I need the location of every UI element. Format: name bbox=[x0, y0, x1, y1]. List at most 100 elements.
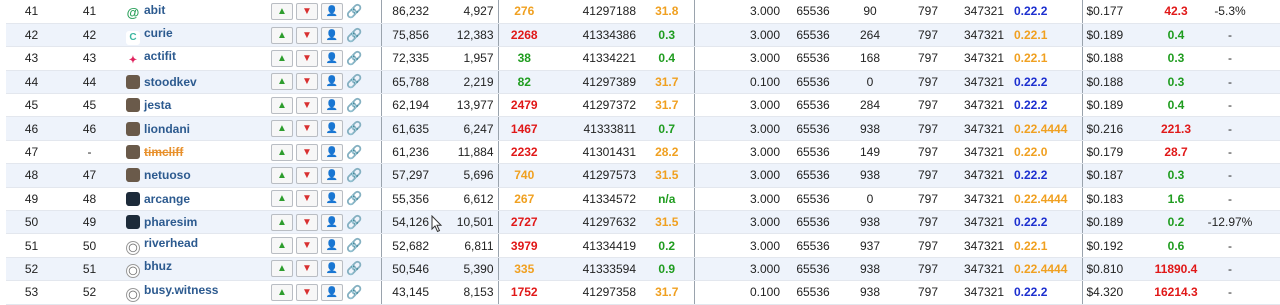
downvote-button[interactable]: ▼ bbox=[296, 143, 318, 161]
witness-name-link[interactable]: actifit bbox=[144, 49, 176, 63]
rank-cell: 53 bbox=[6, 280, 57, 305]
add-user-button[interactable]: 👤 bbox=[321, 237, 343, 255]
upvote-button[interactable]: ▲ bbox=[271, 237, 293, 255]
link-icon[interactable]: 🔗 bbox=[346, 97, 362, 112]
link-icon[interactable]: 🔗 bbox=[346, 27, 362, 42]
witness-name-cell: Ccurie bbox=[122, 23, 267, 48]
link-icon[interactable]: 🔗 bbox=[346, 214, 362, 229]
upvote-button[interactable]: ▲ bbox=[271, 26, 293, 44]
downvote-button[interactable]: ▼ bbox=[296, 120, 318, 138]
v1-cell-value: 797 bbox=[917, 121, 939, 136]
rank-cell: 44 bbox=[6, 70, 57, 95]
age-cell-value: 28.2 bbox=[655, 145, 679, 160]
v2-cell-value: 347321 bbox=[963, 51, 1005, 66]
witness-name-cell: liondani bbox=[122, 116, 267, 141]
link-icon[interactable]: 🔗 bbox=[346, 238, 362, 253]
rank-cell: 50 bbox=[6, 210, 57, 235]
downvote-button[interactable]: ▼ bbox=[296, 26, 318, 44]
voters-cell-value: 12,383 bbox=[456, 28, 494, 43]
link-icon[interactable]: 🔗 bbox=[346, 261, 362, 276]
witness-name-link[interactable]: jesta bbox=[144, 98, 171, 112]
add-user-button[interactable]: 👤 bbox=[321, 2, 343, 20]
witness-name-link[interactable]: arcange bbox=[144, 192, 190, 206]
downvote-button[interactable]: ▼ bbox=[296, 96, 318, 114]
add-user-button[interactable]: 👤 bbox=[321, 49, 343, 67]
upvote-button[interactable]: ▲ bbox=[271, 166, 293, 184]
last-cell: - bbox=[1258, 70, 1280, 95]
version-cell-value: 0.22.2 bbox=[1014, 98, 1048, 113]
pct-cell-value: -5.3% bbox=[1214, 4, 1246, 19]
add-user-button[interactable]: 👤 bbox=[321, 26, 343, 44]
upvote-button[interactable]: ▲ bbox=[271, 190, 293, 208]
add-user-button[interactable]: 👤 bbox=[321, 120, 343, 138]
add-user-button[interactable]: 👤 bbox=[321, 213, 343, 231]
age-cell: 31.7 bbox=[640, 70, 694, 95]
add-user-button[interactable]: 👤 bbox=[321, 96, 343, 114]
witness-name-link[interactable]: bhuz bbox=[144, 259, 172, 273]
downvote-button[interactable]: ▼ bbox=[296, 260, 318, 278]
downvote-button[interactable]: ▼ bbox=[296, 73, 318, 91]
rate-cell-value: 0 bbox=[866, 74, 874, 89]
upvote-button[interactable]: ▲ bbox=[271, 96, 293, 114]
link-icon[interactable]: 🔗 bbox=[346, 121, 362, 136]
link-icon[interactable]: 🔗 bbox=[346, 50, 362, 65]
upvote-button[interactable]: ▲ bbox=[271, 2, 293, 20]
witness-name-cell: ◯ riverhead bbox=[122, 233, 267, 258]
price-cell: $0.189 bbox=[1081, 93, 1150, 118]
link-icon[interactable]: 🔗 bbox=[346, 284, 362, 299]
upvote-button[interactable]: ▲ bbox=[271, 120, 293, 138]
witness-name-link[interactable]: abit bbox=[144, 3, 165, 17]
v1-cell-value: 797 bbox=[917, 145, 939, 160]
witness-name-link[interactable]: pharesim bbox=[144, 215, 197, 229]
witness-name-link[interactable]: curie bbox=[144, 26, 173, 40]
rate-cell-value: 938 bbox=[859, 261, 881, 276]
votes-cell: 55,356 bbox=[380, 187, 433, 212]
block-size-cell: 65536 bbox=[784, 187, 842, 212]
downvote-button[interactable]: ▼ bbox=[296, 190, 318, 208]
block-size-cell: 65536 bbox=[784, 70, 842, 95]
witness-name-link[interactable]: liondani bbox=[144, 122, 190, 136]
votes-cell-value: 57,297 bbox=[392, 168, 429, 183]
upvote-button[interactable]: ▲ bbox=[271, 260, 293, 278]
voters-cell-value: 5,390 bbox=[463, 261, 494, 276]
version-cell: 0.22.0 bbox=[1010, 140, 1082, 165]
change-cell-value: 1.6 bbox=[1167, 191, 1185, 206]
link-icon[interactable]: 🔗 bbox=[346, 74, 362, 89]
voters-cell: 12,383 bbox=[433, 23, 498, 48]
downvote-button[interactable]: ▼ bbox=[296, 2, 318, 20]
downvote-button[interactable]: ▼ bbox=[296, 237, 318, 255]
last-block-cell: 41334221 bbox=[550, 46, 640, 71]
downvote-button[interactable]: ▼ bbox=[296, 166, 318, 184]
witness-name-link[interactable]: stoodkev bbox=[144, 75, 197, 89]
add-user-button[interactable]: 👤 bbox=[321, 190, 343, 208]
upvote-button[interactable]: ▲ bbox=[271, 213, 293, 231]
link-icon[interactable]: 🔗 bbox=[346, 3, 362, 18]
add-user-button[interactable]: 👤 bbox=[321, 73, 343, 91]
witness-table: 41 41 @ abit ▲ ▼ 👤 🔗 86,232 4,927 276 41297188 31.8 3… bbox=[6, 0, 1280, 305]
witness-name-link[interactable]: busy.witness bbox=[144, 283, 218, 297]
upvote-button[interactable]: ▲ bbox=[271, 143, 293, 161]
upvote-button[interactable]: ▲ bbox=[271, 73, 293, 91]
upvote-button[interactable]: ▲ bbox=[271, 283, 293, 301]
pct-cell: -5.3% bbox=[1202, 0, 1258, 24]
downvote-button[interactable]: ▼ bbox=[296, 49, 318, 67]
voters-cell: 1,957 bbox=[433, 46, 498, 71]
upvote-button[interactable]: ▲ bbox=[271, 49, 293, 67]
table-row: 53 52 ◯ busy.witness ▲ ▼ 👤 🔗 43,145 8,153 1752 4129… bbox=[6, 280, 1280, 305]
rate-cell-value: 937 bbox=[859, 238, 881, 253]
add-user-button[interactable]: 👤 bbox=[321, 283, 343, 301]
change-cell-value: 0.4 bbox=[1167, 28, 1185, 43]
link-icon[interactable]: 🔗 bbox=[346, 144, 362, 159]
add-user-button[interactable]: 👤 bbox=[321, 260, 343, 278]
downvote-button[interactable]: ▼ bbox=[296, 283, 318, 301]
witness-name-link[interactable]: netuoso bbox=[144, 168, 191, 182]
link-icon[interactable]: 🔗 bbox=[346, 167, 362, 182]
last-block-cell-value: 41334572 bbox=[582, 191, 636, 206]
add-user-button[interactable]: 👤 bbox=[321, 166, 343, 184]
witness-name-link[interactable]: timcliff bbox=[144, 145, 183, 159]
link-icon[interactable]: 🔗 bbox=[346, 191, 362, 206]
add-user-button[interactable]: 👤 bbox=[321, 143, 343, 161]
fee-cell: 0.100 bbox=[693, 70, 784, 95]
downvote-button[interactable]: ▼ bbox=[296, 213, 318, 231]
witness-name-link[interactable]: riverhead bbox=[144, 236, 198, 250]
